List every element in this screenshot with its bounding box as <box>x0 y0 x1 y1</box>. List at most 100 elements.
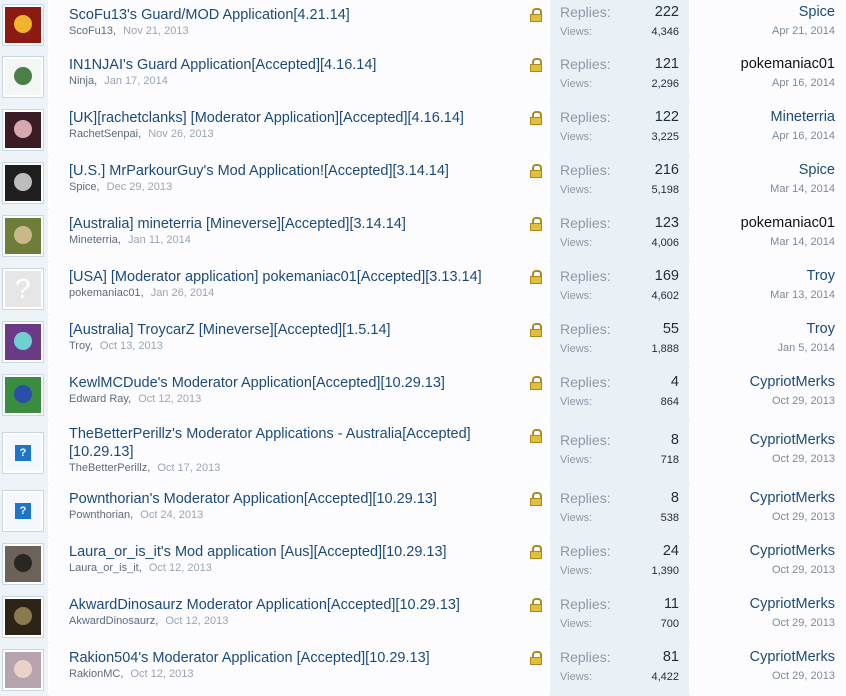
thread-author[interactable]: pokemaniac01 <box>69 287 141 299</box>
last-post-date[interactable]: Apr 16, 2014 <box>772 130 835 142</box>
last-post-date[interactable]: Mar 13, 2014 <box>770 289 835 301</box>
avatar[interactable]: ? <box>3 491 43 531</box>
thread-title-link[interactable]: [Australia] mineterria [Mineverse][Accep… <box>69 215 519 233</box>
thread-meta: Ninja, Jan 17, 2014 <box>69 75 168 87</box>
last-post-user[interactable]: CypriotMerks <box>750 490 835 506</box>
last-post-user[interactable]: CypriotMerks <box>750 543 835 559</box>
thread-row[interactable]: Laura_or_is_it's Mod application [Aus][A… <box>0 537 846 590</box>
last-post-date[interactable]: Oct 29, 2013 <box>772 453 835 465</box>
avatar[interactable] <box>3 375 43 415</box>
last-post-date[interactable]: Apr 16, 2014 <box>772 77 835 89</box>
avatar[interactable] <box>3 163 43 203</box>
lock-icon <box>530 492 542 506</box>
last-post-user[interactable]: Spice <box>799 162 835 178</box>
avatar[interactable]: ? <box>3 433 43 473</box>
thread-title-link[interactable]: Rakion504's Moderator Application [Accep… <box>69 649 519 667</box>
last-post-user[interactable]: Spice <box>799 4 835 20</box>
thread-title-link[interactable]: [Australia] TroycarZ [Mineverse][Accepte… <box>69 321 519 339</box>
thread-author[interactable]: Pownthorian <box>69 509 130 521</box>
lock-icon <box>530 429 542 443</box>
thread-row[interactable]: ? [USA] [Moderator application] pokemani… <box>0 262 846 315</box>
avatar-cell <box>0 209 48 262</box>
views-count: 1,390 <box>651 565 679 577</box>
avatar[interactable] <box>3 597 43 637</box>
avatar[interactable] <box>3 57 43 97</box>
thread-stats: Replies: 121 Views: 2,296 <box>550 50 689 103</box>
thread-row[interactable]: [UK][rachetclanks] [Moderator Applicatio… <box>0 103 846 156</box>
last-post-user[interactable]: Mineterria <box>771 109 835 125</box>
thread-title-link[interactable]: KewlMCDude's Moderator Application[Accep… <box>69 374 519 392</box>
thread-author[interactable]: TheBetterPerillz <box>69 462 147 474</box>
last-post: Spice Mar 14, 2014 <box>690 156 846 209</box>
last-post-user[interactable]: pokemaniac01 <box>741 56 835 72</box>
thread-author[interactable]: Ninja <box>69 75 94 87</box>
thread-author[interactable]: Spice <box>69 181 97 193</box>
thread-author[interactable]: Edward Ray <box>69 393 128 405</box>
last-post-date[interactable]: Oct 29, 2013 <box>772 670 835 682</box>
last-post: CypriotMerks Oct 29, 2013 <box>690 643 846 696</box>
thread-row[interactable]: ? TheBetterPerillz's Moderator Applicati… <box>0 421 846 484</box>
thread-row[interactable]: IN1NJAI's Guard Application[Accepted][4.… <box>0 50 846 103</box>
last-post-date[interactable]: Oct 29, 2013 <box>772 564 835 576</box>
thread-title-link[interactable]: TheBetterPerillz's Moderator Application… <box>69 425 519 461</box>
thread-title-link[interactable]: Pownthorian's Moderator Application[Acce… <box>69 490 519 508</box>
last-post-user[interactable]: pokemaniac01 <box>741 215 835 231</box>
avatar-cell <box>0 103 48 156</box>
last-post-date[interactable]: Mar 14, 2014 <box>770 183 835 195</box>
thread-row[interactable]: [Australia] mineterria [Mineverse][Accep… <box>0 209 846 262</box>
avatar[interactable] <box>3 110 43 150</box>
thread-title-link[interactable]: [U.S.] MrParkourGuy's Mod Application![A… <box>69 162 519 180</box>
thread-author[interactable]: Troy <box>69 340 90 352</box>
thread-row[interactable]: ? Pownthorian's Moderator Application[Ac… <box>0 484 846 537</box>
last-post-date[interactable]: Jan 5, 2014 <box>778 342 836 354</box>
avatar[interactable] <box>3 544 43 584</box>
last-post-date[interactable]: Oct 29, 2013 <box>772 617 835 629</box>
last-post-user[interactable]: Troy <box>807 268 835 284</box>
last-post-user[interactable]: CypriotMerks <box>750 596 835 612</box>
avatar[interactable]: ? <box>3 269 43 309</box>
thread-row[interactable]: Rakion504's Moderator Application [Accep… <box>0 643 846 696</box>
thread-title-link[interactable]: [UK][rachetclanks] [Moderator Applicatio… <box>69 109 519 127</box>
avatar-image <box>14 120 32 138</box>
views-count: 700 <box>660 618 679 630</box>
last-post-date[interactable]: Oct 29, 2013 <box>772 395 835 407</box>
thread-title-link[interactable]: IN1NJAI's Guard Application[Accepted][4.… <box>69 56 519 74</box>
last-post-user[interactable]: Troy <box>807 321 835 337</box>
thread-row[interactable]: KewlMCDude's Moderator Application[Accep… <box>0 368 846 421</box>
thread-title-link[interactable]: AkwardDinosaurz Moderator Application[Ac… <box>69 596 519 614</box>
thread-author[interactable]: Mineterria <box>69 234 118 246</box>
avatar[interactable] <box>3 650 43 690</box>
avatar[interactable] <box>3 5 43 45</box>
avatar[interactable] <box>3 216 43 256</box>
replies-label: Replies: <box>560 215 611 231</box>
thread-row[interactable]: AkwardDinosaurz Moderator Application[Ac… <box>0 590 846 643</box>
thread-start-date: Oct 24, 2013 <box>140 509 204 521</box>
last-post-user[interactable]: CypriotMerks <box>750 432 835 448</box>
last-post-date[interactable]: Mar 14, 2014 <box>770 236 835 248</box>
thread-author[interactable]: AkwardDinosaurz <box>69 615 155 627</box>
thread-title-link[interactable]: [USA] [Moderator application] pokemaniac… <box>69 268 519 286</box>
avatar[interactable] <box>3 322 43 362</box>
thread-row[interactable]: [Australia] TroycarZ [Mineverse][Accepte… <box>0 315 846 368</box>
thread-title-link[interactable]: Laura_or_is_it's Mod application [Aus][A… <box>69 543 519 561</box>
views-count: 1,888 <box>651 343 679 355</box>
last-post-user[interactable]: CypriotMerks <box>750 649 835 665</box>
thread-row[interactable]: ScoFu13's Guard/MOD Application[4.21.14]… <box>0 0 846 50</box>
last-post-user[interactable]: CypriotMerks <box>750 374 835 390</box>
thread-author[interactable]: RakionMC <box>69 668 120 680</box>
thread-start-date: Oct 12, 2013 <box>138 393 202 405</box>
thread-info: Pownthorian's Moderator Application[Acce… <box>49 484 549 537</box>
last-post-date[interactable]: Apr 21, 2014 <box>772 25 835 37</box>
thread-start-date: Oct 13, 2013 <box>99 340 163 352</box>
last-post: Mineterria Apr 16, 2014 <box>690 103 846 156</box>
thread-author[interactable]: RachetSenpai <box>69 128 138 140</box>
avatar-image <box>14 660 32 678</box>
thread-row[interactable]: [U.S.] MrParkourGuy's Mod Application![A… <box>0 156 846 209</box>
last-post-date[interactable]: Oct 29, 2013 <box>772 511 835 523</box>
avatar-image <box>14 332 32 350</box>
thread-meta: RachetSenpai, Nov 26, 2013 <box>69 128 214 140</box>
thread-author[interactable]: ScoFu13 <box>69 25 113 37</box>
thread-author[interactable]: Laura_or_is_it <box>69 562 139 574</box>
thread-meta: Troy, Oct 13, 2013 <box>69 340 163 352</box>
thread-title-link[interactable]: ScoFu13's Guard/MOD Application[4.21.14] <box>69 6 519 24</box>
